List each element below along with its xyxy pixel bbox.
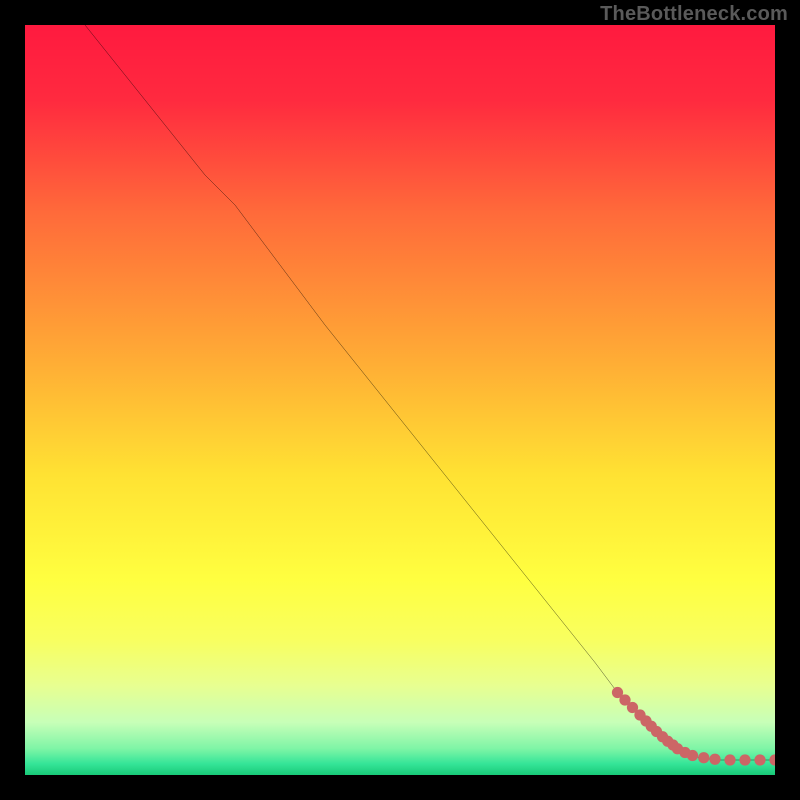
tail-dot (724, 754, 735, 765)
tail-dot (739, 754, 750, 765)
chart-frame: TheBottleneck.com (0, 0, 800, 800)
tail-dot (687, 750, 698, 761)
tail-dot (698, 752, 709, 763)
plot-area (25, 25, 775, 775)
tail-dot (754, 754, 765, 765)
gradient-background (25, 25, 775, 775)
watermark-text: TheBottleneck.com (600, 3, 788, 26)
gradient-chart-svg (25, 25, 775, 775)
tail-dot (709, 754, 720, 765)
